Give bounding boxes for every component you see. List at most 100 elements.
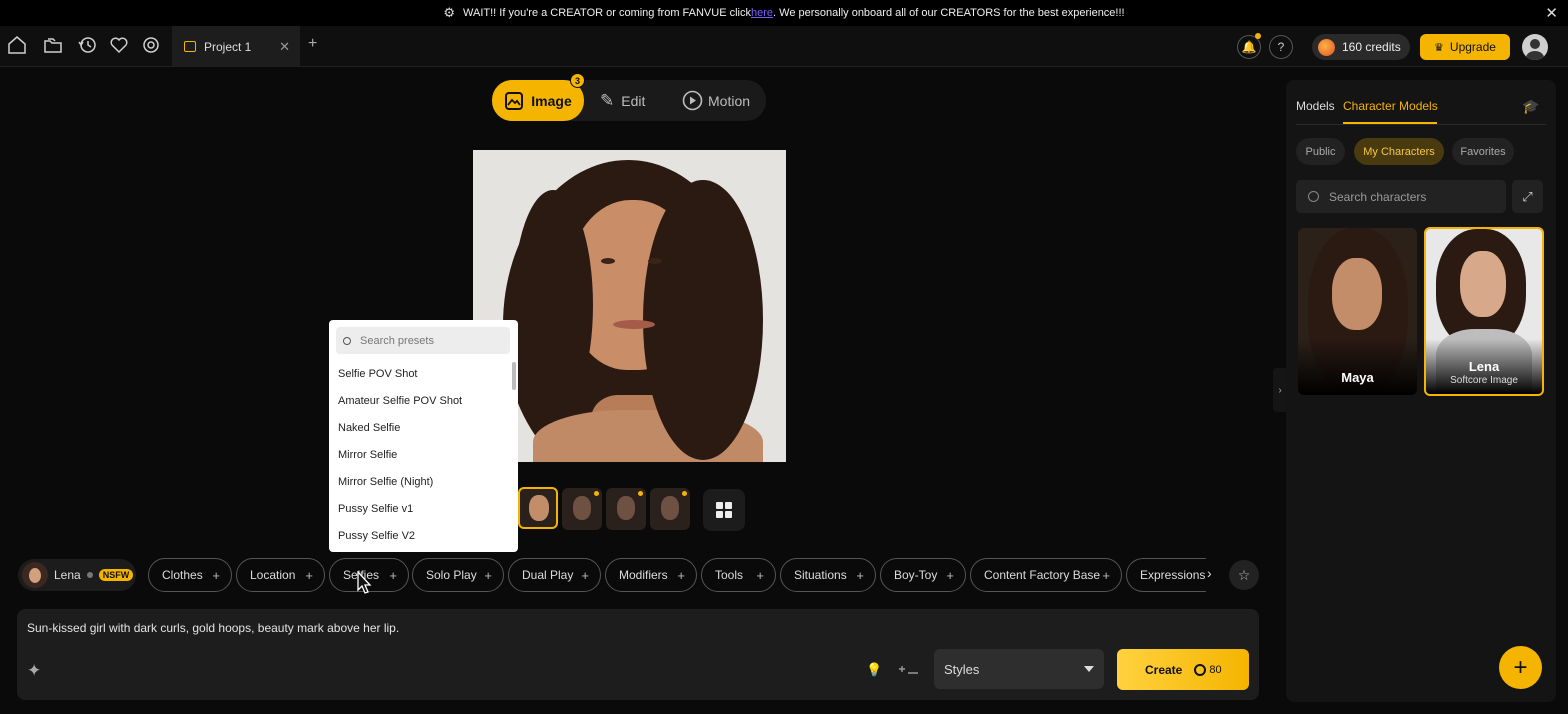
category-chip-solo-play[interactable]: Solo Play + (412, 558, 504, 592)
category-chip-content-factory-base[interactable]: Content Factory Base + (970, 558, 1122, 592)
selected-character-chip[interactable]: Lena NSFW (18, 559, 136, 591)
aspect-ratio-icon[interactable] (897, 662, 919, 676)
character-search-placeholder: Search characters (1329, 189, 1427, 204)
lightbulb-icon[interactable]: 💡 (866, 662, 882, 678)
filter-public[interactable]: Public (1296, 138, 1345, 165)
character-subtitle: Softcore Image (1450, 375, 1518, 386)
category-chip-situations[interactable]: Situations + (780, 558, 876, 592)
eye-right-shape (648, 258, 662, 264)
banner-close-icon[interactable]: ✕ (1545, 4, 1558, 22)
heart-icon[interactable] (108, 34, 130, 56)
preset-search-input[interactable]: Search presets (336, 327, 510, 354)
preset-item[interactable]: Pussy Selfie V2 (338, 530, 415, 542)
upgrade-button[interactable]: ♛ Upgrade (1420, 34, 1510, 60)
filter-favorites[interactable]: Favorites (1452, 138, 1514, 165)
styles-select[interactable]: Styles (934, 649, 1104, 689)
plus-icon: + (946, 567, 954, 583)
create-label: Create (1145, 662, 1183, 677)
banner-text-start: WAIT!! If you're a CREATOR or coming fro… (463, 7, 751, 19)
preset-item[interactable]: Mirror Selfie (338, 449, 397, 461)
preset-search-placeholder: Search presets (360, 334, 434, 347)
notification-dot (1255, 33, 1261, 39)
coin-icon (1318, 38, 1335, 56)
scroll-right-icon[interactable]: › (1207, 565, 1212, 581)
character-name: Lena (1468, 359, 1500, 374)
new-tab-button[interactable]: + (308, 35, 317, 53)
generated-image[interactable] (473, 150, 786, 462)
folders-icon[interactable] (42, 34, 64, 56)
mode-image-button[interactable]: Image (492, 80, 584, 121)
expand-button[interactable]: ⤢ (1512, 180, 1543, 213)
character-card-lena[interactable]: Lena Softcore Image (1424, 227, 1544, 396)
tab-divider (1296, 124, 1546, 125)
category-chip-dual-play[interactable]: Dual Play + (508, 558, 601, 592)
favorite-star-button[interactable]: ☆ (1229, 560, 1259, 590)
filter-my-characters[interactable]: My Characters (1354, 138, 1444, 165)
home-icon[interactable] (6, 34, 28, 56)
announcement-banner: ⚙ WAIT!! If you're a CREATOR or coming f… (0, 0, 1568, 26)
plus-icon: + (1513, 653, 1528, 681)
prompt-input[interactable]: Sun-kissed girl with dark curls, gold ho… (27, 621, 399, 635)
thumbnail[interactable] (518, 487, 558, 529)
plus-icon: + (389, 567, 397, 583)
chip-label: Tools (715, 568, 744, 582)
category-chip-expressions[interactable]: Expressions (1126, 558, 1206, 592)
user-avatar[interactable] (1522, 34, 1548, 60)
credits-label: 160 credits (1342, 40, 1401, 54)
hair-right-shape (643, 180, 763, 460)
presets-dropdown: Search presets Selfie POV Shot Amateur S… (329, 320, 518, 552)
play-circle-icon (682, 90, 703, 111)
history-icon[interactable] (76, 34, 98, 56)
star-icon: ☆ (1237, 566, 1251, 583)
mode-motion-button[interactable]: Motion (682, 80, 750, 121)
preset-item[interactable]: Amateur Selfie POV Shot (338, 395, 462, 407)
tab-project[interactable]: Project 1 ✕ (172, 26, 300, 67)
chip-label: Boy-Toy (894, 568, 938, 582)
character-avatar (22, 562, 48, 588)
credits-badge[interactable]: 160 credits (1312, 34, 1410, 60)
graduation-cap-icon[interactable]: 🎓 (1522, 98, 1539, 115)
plus-icon: + (484, 567, 492, 583)
tab-character-models[interactable]: Character Models (1343, 99, 1438, 113)
chip-label: Modifiers (619, 568, 668, 582)
chip-label: Location (250, 568, 296, 582)
chip-label: Solo Play (426, 568, 477, 582)
preset-item[interactable]: Mirror Selfie (Night) (338, 476, 433, 488)
search-icon (1308, 191, 1319, 202)
thumbnail[interactable] (650, 488, 690, 530)
status-dot (86, 572, 93, 578)
add-floating-button[interactable]: + (1499, 646, 1542, 689)
create-button[interactable]: Create 80 (1117, 649, 1249, 690)
character-panel: Models Character Models 🎓 Public My Char… (1286, 80, 1556, 702)
sparkle-icon[interactable]: ✦ (27, 661, 41, 681)
banner-link[interactable]: here (751, 7, 773, 19)
grid-view-button[interactable] (703, 489, 745, 531)
collapse-panel-button[interactable]: › (1273, 368, 1287, 412)
character-card-maya[interactable]: Maya (1298, 228, 1417, 395)
category-chip-clothes[interactable]: Clothes + (148, 558, 232, 592)
active-tab-indicator (1343, 122, 1437, 124)
image-count-badge: 3 (570, 73, 585, 88)
at-icon[interactable] (140, 34, 162, 56)
mode-edit-button[interactable]: ✎ Edit (600, 80, 645, 121)
help-button[interactable]: ? (1269, 35, 1293, 59)
preset-item[interactable]: Naked Selfie (338, 422, 400, 434)
mode-image-label: Image (531, 92, 572, 109)
tab-models[interactable]: Models (1296, 99, 1335, 113)
category-chip-modifiers[interactable]: Modifiers + (605, 558, 697, 592)
nsfw-badge: NSFW (98, 569, 134, 581)
chip-label: Expressions (1140, 568, 1206, 582)
dropdown-scrollbar[interactable] (512, 362, 516, 390)
category-chip-boy-toy[interactable]: Boy-Toy + (880, 558, 966, 592)
preset-item[interactable]: Selfie POV Shot (338, 368, 418, 380)
close-tab-icon[interactable]: ✕ (279, 39, 290, 55)
upgrade-label: Upgrade (1449, 40, 1496, 54)
crown-icon: ♛ (1434, 41, 1444, 54)
mode-edit-label: Edit (621, 92, 646, 109)
category-chip-tools[interactable]: Tools + (701, 558, 776, 592)
thumbnail[interactable] (562, 488, 602, 530)
preset-item[interactable]: Pussy Selfie v1 (338, 503, 413, 515)
category-chip-location[interactable]: Location + (236, 558, 325, 592)
character-search-input[interactable]: Search characters (1296, 180, 1506, 213)
thumbnail[interactable] (606, 488, 646, 530)
